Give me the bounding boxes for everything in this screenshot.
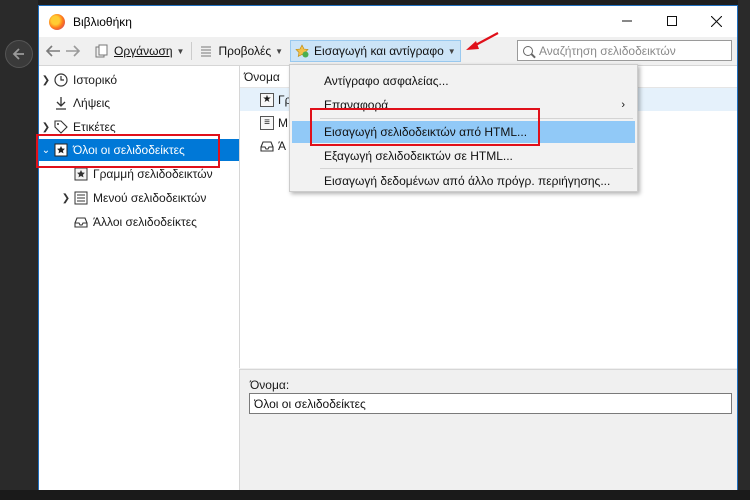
annotation-highlight-box [36, 134, 220, 168]
sidebar-item-label: Ετικέτες [73, 120, 116, 134]
menu-list-icon [73, 190, 89, 206]
background-back-icon [5, 40, 33, 68]
clock-icon [53, 72, 69, 88]
background-bottom [0, 490, 750, 500]
sidebar-item-other-bookmarks[interactable]: Άλλοι σελιδοδείκτες [39, 211, 239, 233]
annotation-highlight-box [310, 108, 540, 146]
sidebar-item-label: Άλλοι σελιδοδείκτες [93, 215, 197, 229]
chevron-down-icon: ▼ [275, 46, 284, 56]
tag-icon [53, 119, 69, 135]
background-right [738, 0, 750, 500]
chevron-right-icon[interactable]: ❯ [59, 193, 73, 204]
close-button[interactable] [694, 6, 739, 36]
views-label: Προβολές [218, 44, 272, 58]
menu-item-import-other-browser[interactable]: Εισαγωγή δεδομένων από άλλο πρόγρ. περιή… [292, 170, 635, 192]
views-button[interactable]: Προβολές ▼ [195, 40, 287, 62]
sidebar-item-history[interactable]: ❯ Ιστορικό [39, 69, 239, 91]
chevron-down-icon: ▼ [176, 46, 185, 56]
sidebar-item-label: Μενού σελιδοδεικτών [93, 191, 207, 205]
sidebar-item-downloads[interactable]: Λήψεις [39, 92, 239, 114]
menu-item-label: Εισαγωγή δεδομένων από άλλο πρόγρ. περιή… [324, 174, 611, 188]
menu-item-export-html[interactable]: Εξαγωγή σελιδοδεικτών σε HTML... [292, 145, 635, 167]
menu-item-label: Αντίγραφο ασφαλείας... [324, 74, 449, 88]
annotation-arrow-icon [466, 32, 499, 50]
chevron-right-icon[interactable]: ❯ [39, 122, 53, 133]
sidebar-item-label: Γραμμή σελιδοδεικτών [93, 167, 213, 181]
organize-label: Οργάνωση [114, 44, 173, 58]
window-title: Βιβλιοθήκη [73, 14, 132, 29]
menu-item-label: Εξαγωγή σελιδοδεικτών σε HTML... [324, 149, 513, 163]
tray-icon [73, 214, 89, 230]
maximize-button[interactable] [649, 6, 694, 36]
star-box-icon: ★ [260, 92, 274, 107]
sidebar-item-label: Ιστορικό [73, 73, 118, 87]
chevron-right-icon: › [621, 99, 625, 111]
views-icon [199, 44, 213, 58]
list-item-label: Μ [278, 115, 288, 130]
menu-item-backup[interactable]: Αντίγραφο ασφαλείας... [292, 70, 635, 92]
sidebar-item-label: Λήψεις [73, 96, 111, 110]
name-label: Όνομα: [250, 378, 290, 392]
tray-icon [260, 139, 274, 153]
import-backup-label: Εισαγωγή και αντίγραφο [314, 44, 444, 58]
organize-icon [95, 44, 109, 58]
search-box[interactable] [517, 40, 732, 61]
sidebar: ❯ Ιστορικό Λήψεις ❯ Ετικέτες ⌄ Όλοι οι σ… [39, 65, 239, 490]
name-field[interactable] [249, 393, 732, 414]
search-icon [523, 45, 533, 56]
title-bar: Βιβλιοθήκη [39, 6, 737, 37]
organize-button[interactable]: Οργάνωση ▼ [91, 40, 188, 62]
search-input[interactable] [539, 43, 719, 58]
menu-list-icon: ≡ [260, 115, 274, 130]
minimize-button[interactable] [604, 6, 649, 36]
toolbar-separator [191, 42, 193, 60]
toolbar: Οργάνωση ▼ Προβολές ▼ Εισαγωγή και αντίγ… [39, 37, 737, 65]
details-pane: Όνομα: [239, 369, 737, 490]
library-window: Βιβλιοθήκη Οργάνωση ▼ Προβολές ▼ Εισαγωγ… [38, 5, 738, 490]
star-box-icon [73, 166, 89, 182]
background-left [0, 0, 38, 500]
forward-icon[interactable] [63, 40, 83, 62]
download-icon [53, 95, 69, 111]
back-icon[interactable] [43, 40, 63, 62]
sidebar-item-bookmarks-menu[interactable]: ❯ Μενού σελιδοδεικτών [39, 187, 239, 209]
menu-separator [320, 168, 633, 169]
import-backup-icon [295, 44, 309, 58]
firefox-icon [49, 13, 65, 30]
list-item-label: Ά [278, 138, 287, 153]
import-backup-button[interactable]: Εισαγωγή και αντίγραφο ▼ [290, 40, 461, 62]
chevron-right-icon[interactable]: ❯ [39, 75, 53, 86]
chevron-down-icon: ▼ [447, 46, 456, 56]
